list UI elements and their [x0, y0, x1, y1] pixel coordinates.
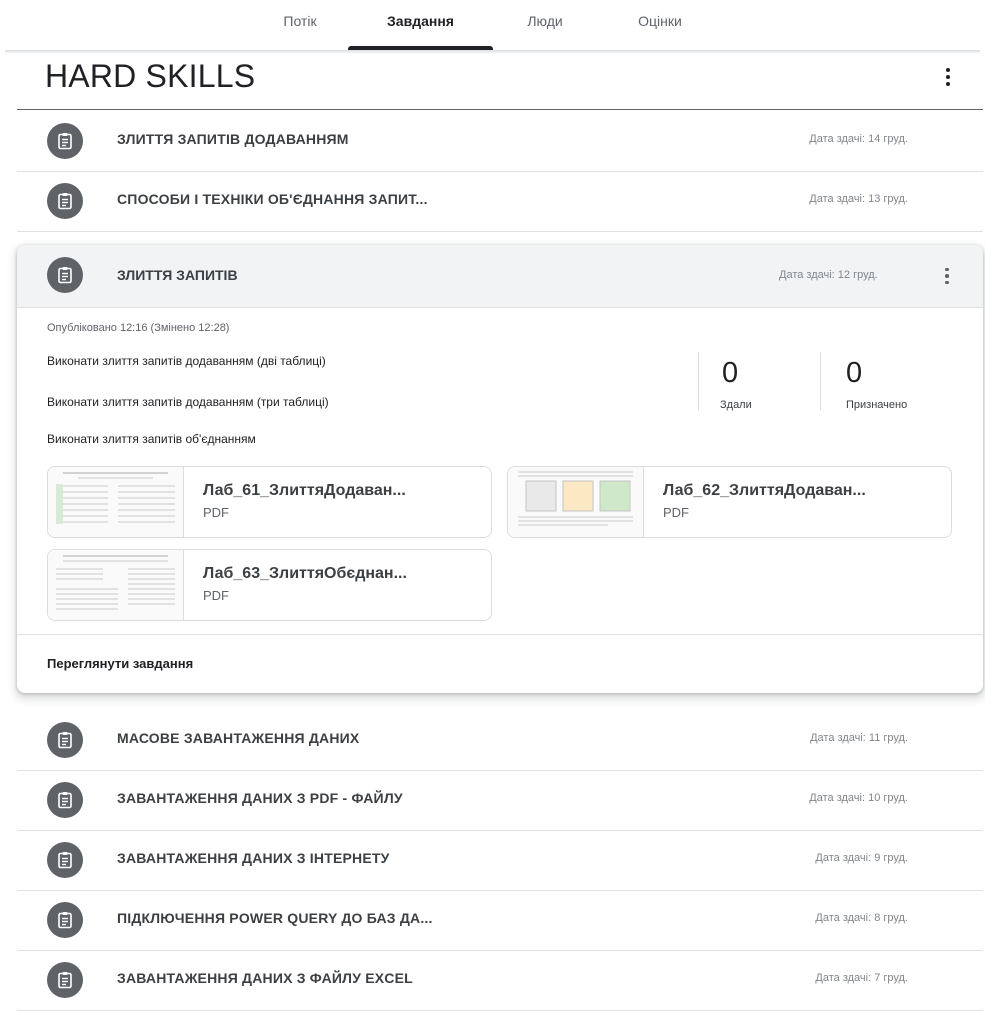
assignment-icon	[47, 842, 83, 878]
card-footer: Переглянути завдання	[17, 634, 983, 694]
pdf-thumbnail	[48, 467, 184, 537]
assignment-row[interactable]: ЗЛИТТЯ ЗАПИТІВ ДОДАВАННЯМ Дата здачі: 14…	[17, 111, 983, 172]
assignment-title: СПОСОБИ І ТЕХНІКИ ОБ'ЄДНАННЯ ЗАПИТ...	[117, 191, 428, 207]
attachment-card[interactable]: Лаб_61_ЗлиттяДодаван... PDF	[47, 466, 492, 538]
more-vert-icon[interactable]	[937, 262, 957, 290]
assignment-icon	[47, 962, 83, 998]
attachment-type: PDF	[203, 588, 229, 603]
due-date: Дата здачі: 14 груд.	[809, 133, 908, 145]
attachment-name: Лаб_62_ЗлиттяДодаван...	[663, 482, 866, 499]
assignment-row[interactable]: МАСОВЕ ЗАВАНТАЖЕННЯ ДАНИХ Дата здачі: 11…	[17, 710, 983, 771]
card-header[interactable]: ЗЛИТТЯ ЗАПИТІВ Дата здачі: 12 груд.	[17, 245, 983, 308]
assignment-icon	[47, 257, 83, 293]
assignment-row[interactable]: СПОСОБИ І ТЕХНІКИ ОБ'ЄДНАННЯ ЗАПИТ... Да…	[17, 171, 983, 232]
expanded-assignment-card: ЗЛИТТЯ ЗАПИТІВ Дата здачі: 12 груд. Опуб…	[17, 245, 983, 693]
assignment-icon	[47, 902, 83, 938]
turned-in-label: Здали	[720, 399, 752, 411]
assignment-icon	[47, 782, 83, 818]
view-assignment-link[interactable]: Переглянути завдання	[47, 656, 193, 671]
assignment-title: ПІДКЛЮЧЕННЯ POWER QUERY ДО БАЗ ДА...	[117, 910, 433, 926]
instruction-line: Виконати злиття запитів додаванням (дві …	[47, 354, 326, 368]
top-tabs: Потік Завдання Люди Оцінки	[0, 0, 985, 52]
tab-stream[interactable]: Потік	[252, 0, 348, 50]
assignment-row[interactable]: ЗАВАНТАЖЕННЯ ДАНИХ З ІНТЕРНЕТУ Дата здач…	[17, 830, 983, 891]
topic-divider	[17, 109, 983, 110]
instruction-line: Виконати злиття запитів об'єднанням	[47, 432, 256, 446]
assignment-row[interactable]: ЗАВАНТАЖЕННЯ ДАНИХ З PDF - ФАЙЛУ Дата зд…	[17, 770, 983, 831]
turned-in-count[interactable]: 0	[722, 357, 738, 390]
due-date: Дата здачі: 9 груд.	[815, 852, 908, 864]
stat-divider	[820, 352, 821, 410]
assigned-label: Призначено	[846, 399, 908, 411]
assignment-title: ЗЛИТТЯ ЗАПИТІВ	[117, 267, 238, 283]
tabs-shadow	[5, 50, 980, 54]
assigned-count[interactable]: 0	[846, 357, 862, 390]
pdf-thumbnail	[508, 467, 644, 537]
attachment-type: PDF	[203, 505, 229, 520]
assignment-title: ЗЛИТТЯ ЗАПИТІВ ДОДАВАННЯМ	[117, 131, 349, 147]
pdf-thumbnail	[48, 550, 184, 620]
due-date: Дата здачі: 7 груд.	[815, 972, 908, 984]
attachment-name: Лаб_63_ЗлиттяОбєднан...	[203, 565, 407, 582]
stat-divider	[698, 352, 699, 410]
tab-grades[interactable]: Оцінки	[610, 0, 710, 50]
due-date: Дата здачі: 10 груд.	[809, 792, 908, 804]
assignment-title: ЗАВАНТАЖЕННЯ ДАНИХ З ІНТЕРНЕТУ	[117, 850, 390, 866]
attachment-card[interactable]: Лаб_63_ЗлиттяОбєднан... PDF	[47, 549, 492, 621]
due-date: Дата здачі: 12 груд.	[779, 269, 878, 281]
tab-people[interactable]: Люди	[505, 0, 585, 50]
due-date: Дата здачі: 13 груд.	[809, 193, 908, 205]
posted-info: Опубліковано 12:16 (Змінено 12:28)	[47, 322, 230, 334]
attachment-card[interactable]: Лаб_62_ЗлиттяДодаван... PDF	[507, 466, 952, 538]
tab-classwork[interactable]: Завдання	[348, 0, 493, 50]
assignment-title: ЗАВАНТАЖЕННЯ ДАНИХ З ФАЙЛУ EXCEL	[117, 970, 413, 986]
assignment-icon	[47, 123, 83, 159]
instruction-line: Виконати злиття запитів додаванням (три …	[47, 395, 329, 409]
topic-more-icon[interactable]	[936, 62, 960, 92]
assignment-icon	[47, 722, 83, 758]
assignment-row[interactable]: ПІДКЛЮЧЕННЯ POWER QUERY ДО БАЗ ДА... Дат…	[17, 890, 983, 951]
attachment-type: PDF	[663, 505, 689, 520]
assignment-title: ЗАВАНТАЖЕННЯ ДАНИХ З PDF - ФАЙЛУ	[117, 790, 403, 806]
assignment-icon	[47, 183, 83, 219]
assignment-row[interactable]: ЗАВАНТАЖЕННЯ ДАНИХ З ФАЙЛУ EXCEL Дата зд…	[17, 950, 983, 1011]
topic-title: HARD SKILLS	[45, 58, 256, 94]
due-date: Дата здачі: 8 груд.	[815, 912, 908, 924]
due-date: Дата здачі: 11 груд.	[810, 732, 908, 744]
attachment-name: Лаб_61_ЗлиттяДодаван...	[203, 482, 406, 499]
assignment-title: МАСОВЕ ЗАВАНТАЖЕННЯ ДАНИХ	[117, 730, 360, 746]
